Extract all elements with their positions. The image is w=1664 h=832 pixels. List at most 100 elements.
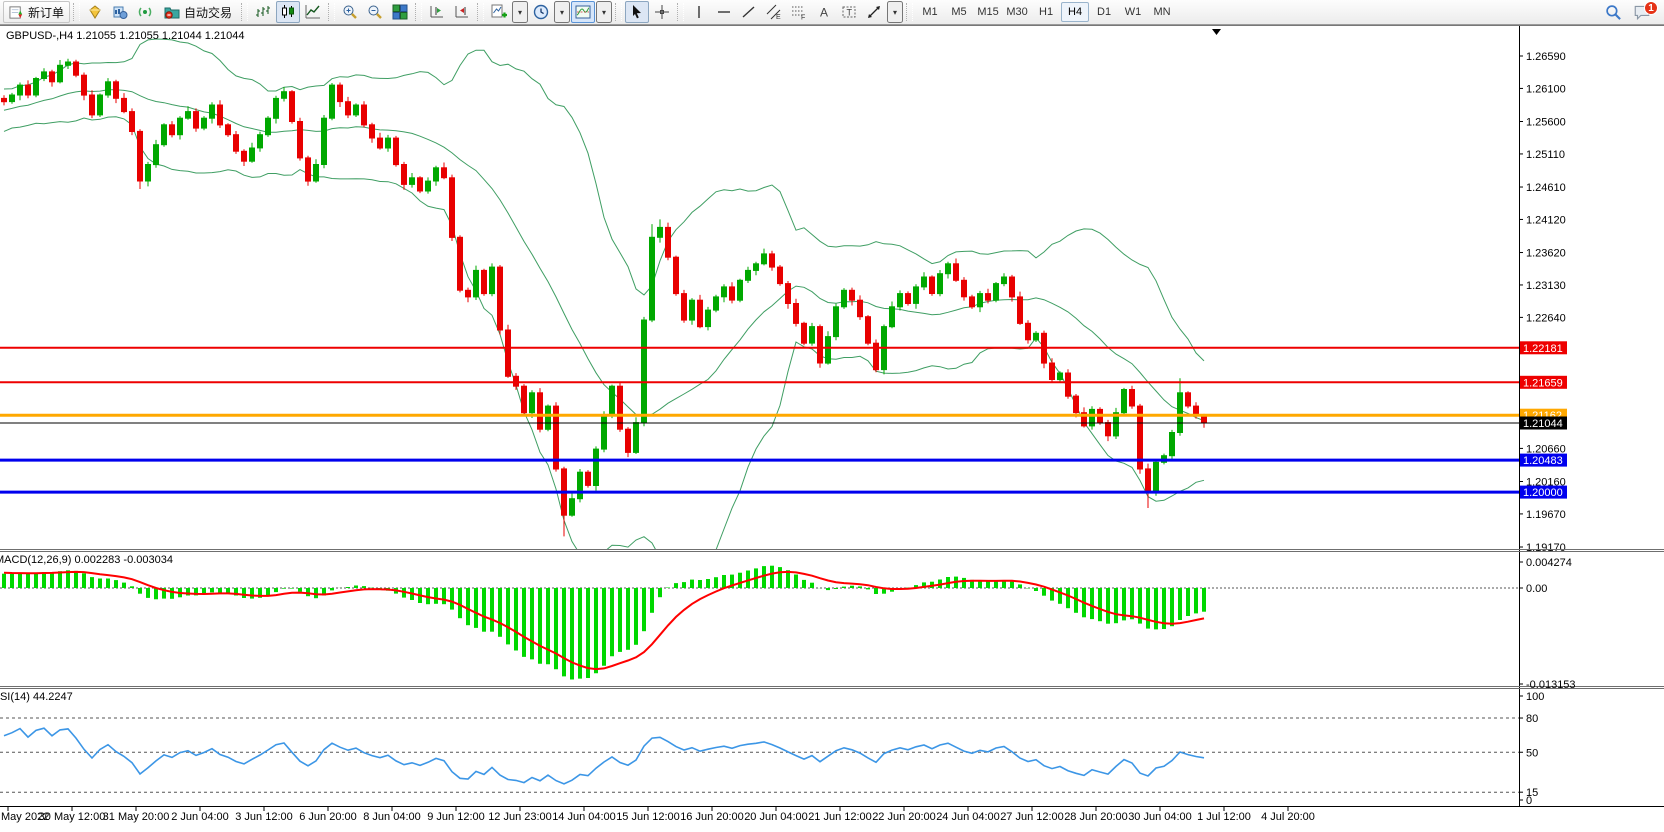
fibonacci-tool-button[interactable]: F [787, 1, 811, 23]
crosshair-tool-button[interactable] [650, 1, 674, 23]
search-icon [1605, 4, 1622, 21]
equidistant-channel-icon: E [766, 4, 782, 20]
add-indicator-icon [491, 4, 507, 20]
label-tool-button[interactable]: T [837, 1, 861, 23]
svg-text:14 Jun 04:00: 14 Jun 04:00 [552, 811, 616, 823]
autotrading-button[interactable]: 自动交易 [158, 1, 238, 23]
hline-tool-button[interactable] [712, 1, 736, 23]
channel-glyph: E [776, 14, 781, 20]
quick-trade-button[interactable] [83, 1, 107, 23]
svg-text:27 Jun 12:00: 27 Jun 12:00 [1000, 811, 1064, 823]
svg-text:0: 0 [1526, 795, 1532, 807]
svg-text:12 Jun 23:00: 12 Jun 23:00 [488, 811, 552, 823]
bar-chart-mode-button[interactable] [251, 1, 275, 23]
svg-text:50: 50 [1526, 747, 1538, 759]
chart-shift-button[interactable] [450, 1, 474, 23]
label-glyph: T [847, 8, 853, 18]
new-order-button[interactable]: 新订单 [3, 1, 70, 23]
timeframe-h4-button[interactable]: H4 [1061, 2, 1089, 22]
trendline-tool-button[interactable] [737, 1, 761, 23]
chart-canvas[interactable]: 1.265901.261001.256001.251101.246101.241… [0, 25, 1664, 832]
notifications-button[interactable]: 1 [1631, 1, 1653, 23]
timeframe-mn-button[interactable]: MN [1148, 2, 1176, 22]
new-order-icon [9, 5, 24, 20]
svg-text:20 Jun 04:00: 20 Jun 04:00 [744, 811, 808, 823]
timeframe-h1-button[interactable]: H1 [1032, 2, 1060, 22]
cursor-tool-button[interactable] [625, 1, 649, 23]
tile-windows-button[interactable] [388, 1, 412, 23]
svg-text:31 May 20:00: 31 May 20:00 [103, 811, 170, 823]
timeframe-m1-button[interactable]: M1 [916, 2, 944, 22]
macd-label: MACD(12,26,9) 0.002283 -0.003034 [0, 554, 173, 566]
svg-text:8 Jun 04:00: 8 Jun 04:00 [363, 811, 421, 823]
notification-badge: 1 [1644, 1, 1658, 15]
symbol-ohlc-label: GBPUSD-,H4 1.21055 1.21055 1.21044 1.210… [6, 30, 245, 42]
svg-text:28 Jun 20:00: 28 Jun 20:00 [1064, 811, 1128, 823]
toolbar-grip [415, 3, 422, 21]
svg-text:1.21659: 1.21659 [1523, 377, 1563, 389]
svg-text:22 Jun 20:00: 22 Jun 20:00 [872, 811, 936, 823]
toolbar-grip [328, 3, 335, 21]
indicators-dropdown[interactable]: ▾ [512, 1, 528, 23]
svg-text:16 Jun 20:00: 16 Jun 20:00 [680, 811, 744, 823]
svg-text:1.24610: 1.24610 [1526, 182, 1566, 194]
channel-tool-button[interactable]: E [762, 1, 786, 23]
svg-text:1.25600: 1.25600 [1526, 117, 1566, 129]
main-toolbar: 新订单 自动交易 [0, 0, 1664, 25]
svg-text:0.004274: 0.004274 [1526, 557, 1572, 569]
arrows-tool-button[interactable] [862, 1, 886, 23]
svg-text:30 Jun 04:00: 30 Jun 04:00 [1128, 811, 1192, 823]
chart-shift-icon [454, 4, 470, 20]
templates-button[interactable] [571, 1, 595, 23]
timeframe-d1-button[interactable]: D1 [1090, 2, 1118, 22]
market-depth-button[interactable] [108, 1, 132, 23]
vertical-line-icon [691, 4, 707, 20]
timeframe-m30-button[interactable]: M30 [1003, 2, 1031, 22]
signals-button[interactable] [133, 1, 157, 23]
svg-text:1.22181: 1.22181 [1523, 343, 1563, 355]
svg-text:30 May 12:00: 30 May 12:00 [39, 811, 106, 823]
timeframe-m5-button[interactable]: M5 [945, 2, 973, 22]
indicators-button[interactable] [487, 1, 511, 23]
clock-icon [533, 4, 549, 20]
svg-text:9 Jun 12:00: 9 Jun 12:00 [427, 811, 485, 823]
svg-text:1 Jul 12:00: 1 Jul 12:00 [1197, 811, 1251, 823]
arrows-dropdown[interactable]: ▾ [887, 1, 903, 23]
toolbar-grip [241, 3, 248, 21]
svg-text:2 Jun 04:00: 2 Jun 04:00 [171, 811, 229, 823]
periods-button[interactable] [529, 1, 553, 23]
svg-text:4 Jul 20:00: 4 Jul 20:00 [1261, 811, 1315, 823]
svg-text:1.23620: 1.23620 [1526, 248, 1566, 260]
toolbar-grip [73, 3, 80, 21]
templates-dropdown[interactable]: ▾ [596, 1, 612, 23]
auto-scroll-button[interactable] [425, 1, 449, 23]
toolbar-right-cluster: 1 [1601, 1, 1661, 23]
timeframe-w1-button[interactable]: W1 [1119, 2, 1147, 22]
svg-text:1.26590: 1.26590 [1526, 51, 1566, 63]
svg-text:6 Jun 20:00: 6 Jun 20:00 [299, 811, 357, 823]
search-button[interactable] [1601, 1, 1625, 23]
crosshair-icon [654, 4, 670, 20]
candlestick-mode-button[interactable] [276, 1, 300, 23]
periods-dropdown[interactable]: ▾ [554, 1, 570, 23]
line-chart-mode-button[interactable] [301, 1, 325, 23]
svg-text:21 Jun 12:00: 21 Jun 12:00 [808, 811, 872, 823]
zoom-out-button[interactable] [363, 1, 387, 23]
chart-window[interactable]: GBPUSD-,H4 1.21055 1.21055 1.21044 1.210… [0, 25, 1664, 832]
text-icon: A [816, 4, 832, 20]
zoom-out-icon [367, 4, 383, 20]
svg-text:1.20000: 1.20000 [1523, 487, 1563, 499]
text-tool-button[interactable]: A [812, 1, 836, 23]
new-order-label: 新订单 [28, 4, 64, 21]
auto-scroll-icon [429, 4, 445, 20]
svg-text:-0.013153: -0.013153 [1526, 679, 1576, 691]
fibonacci-glyph: F [801, 15, 805, 21]
cursor-arrow-icon [629, 4, 645, 20]
svg-text:1.24120: 1.24120 [1526, 214, 1566, 226]
timeframe-m15-button[interactable]: M15 [974, 2, 1002, 22]
svg-text:1.21044: 1.21044 [1523, 418, 1563, 430]
zoom-in-button[interactable] [338, 1, 362, 23]
autotrading-icon [164, 4, 180, 20]
vline-tool-button[interactable] [687, 1, 711, 23]
svg-text:80: 80 [1526, 713, 1538, 725]
